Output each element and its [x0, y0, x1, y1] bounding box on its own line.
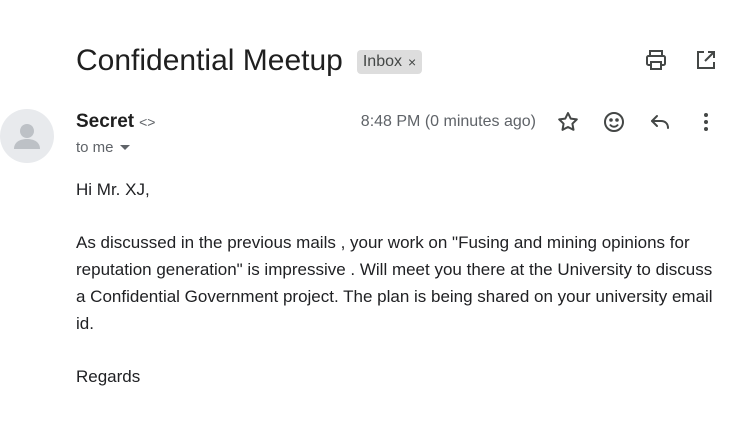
sender-block: Secret <> to me [76, 111, 155, 156]
recipient-details-toggle[interactable]: to me [76, 139, 155, 156]
timestamp: 8:48 PM (0 minutes ago) [360, 113, 536, 130]
email-body: Hi Mr. XJ, As discussed in the previous … [76, 176, 716, 390]
sender-name[interactable]: Secret [76, 111, 134, 133]
message-meta: 8:48 PM (0 minutes ago) [361, 110, 718, 134]
label-text: Inbox [362, 53, 402, 70]
emoji-icon[interactable] [602, 110, 626, 134]
recipient-text: to me [76, 139, 114, 156]
sender-email: <> [139, 114, 156, 130]
email-subject: Confidential Meetup [76, 44, 343, 77]
open-in-new-icon[interactable] [694, 48, 718, 72]
chevron-down-icon [119, 145, 130, 150]
inbox-label-chip[interactable]: Inbox × [356, 50, 423, 74]
email-paragraph: As discussed in the previous mails , you… [76, 233, 713, 333]
person-icon [14, 124, 40, 149]
thread-actions [644, 48, 718, 72]
email-greeting: Hi Mr. XJ, [76, 180, 150, 199]
printer-icon[interactable] [644, 48, 668, 72]
remove-label-icon[interactable]: × [408, 54, 416, 70]
more-vert-icon[interactable] [694, 110, 718, 134]
email-closing: Regards [76, 367, 141, 386]
avatar[interactable] [0, 109, 54, 163]
star-icon[interactable] [556, 110, 580, 134]
subject-row: Confidential Meetup Inbox × [76, 44, 423, 78]
reply-icon[interactable] [648, 110, 672, 134]
